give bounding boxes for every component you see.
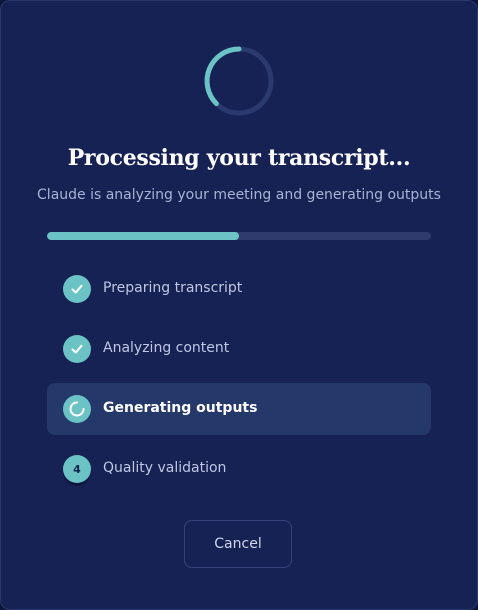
step-label: Generating outputs [103, 400, 258, 416]
step-number-badge: 4 [63, 455, 91, 483]
step-label: Analyzing content [103, 340, 230, 356]
step-quality-validation: 4 Quality validation [47, 443, 431, 495]
dialog-subtitle: Claude is analyzing your meeting and gen… [37, 187, 441, 203]
step-generating-outputs: Generating outputs [47, 383, 431, 435]
progress-bar-fill [47, 232, 239, 240]
step-label: Quality validation [103, 460, 227, 476]
progress-bar [47, 232, 431, 240]
loading-spinner-icon [204, 46, 274, 116]
step-number: 4 [73, 462, 81, 476]
cancel-button[interactable]: Cancel [184, 520, 292, 568]
spinner-icon [63, 395, 91, 423]
dialog-title: Processing your transcript... [67, 145, 411, 171]
step-preparing-transcript: Preparing transcript [47, 263, 431, 315]
step-label: Preparing transcript [103, 280, 243, 296]
check-icon [63, 335, 91, 363]
step-analyzing-content: Analyzing content [47, 323, 431, 375]
processing-dialog: Processing your transcript... Claude is … [0, 0, 478, 610]
check-icon [63, 275, 91, 303]
